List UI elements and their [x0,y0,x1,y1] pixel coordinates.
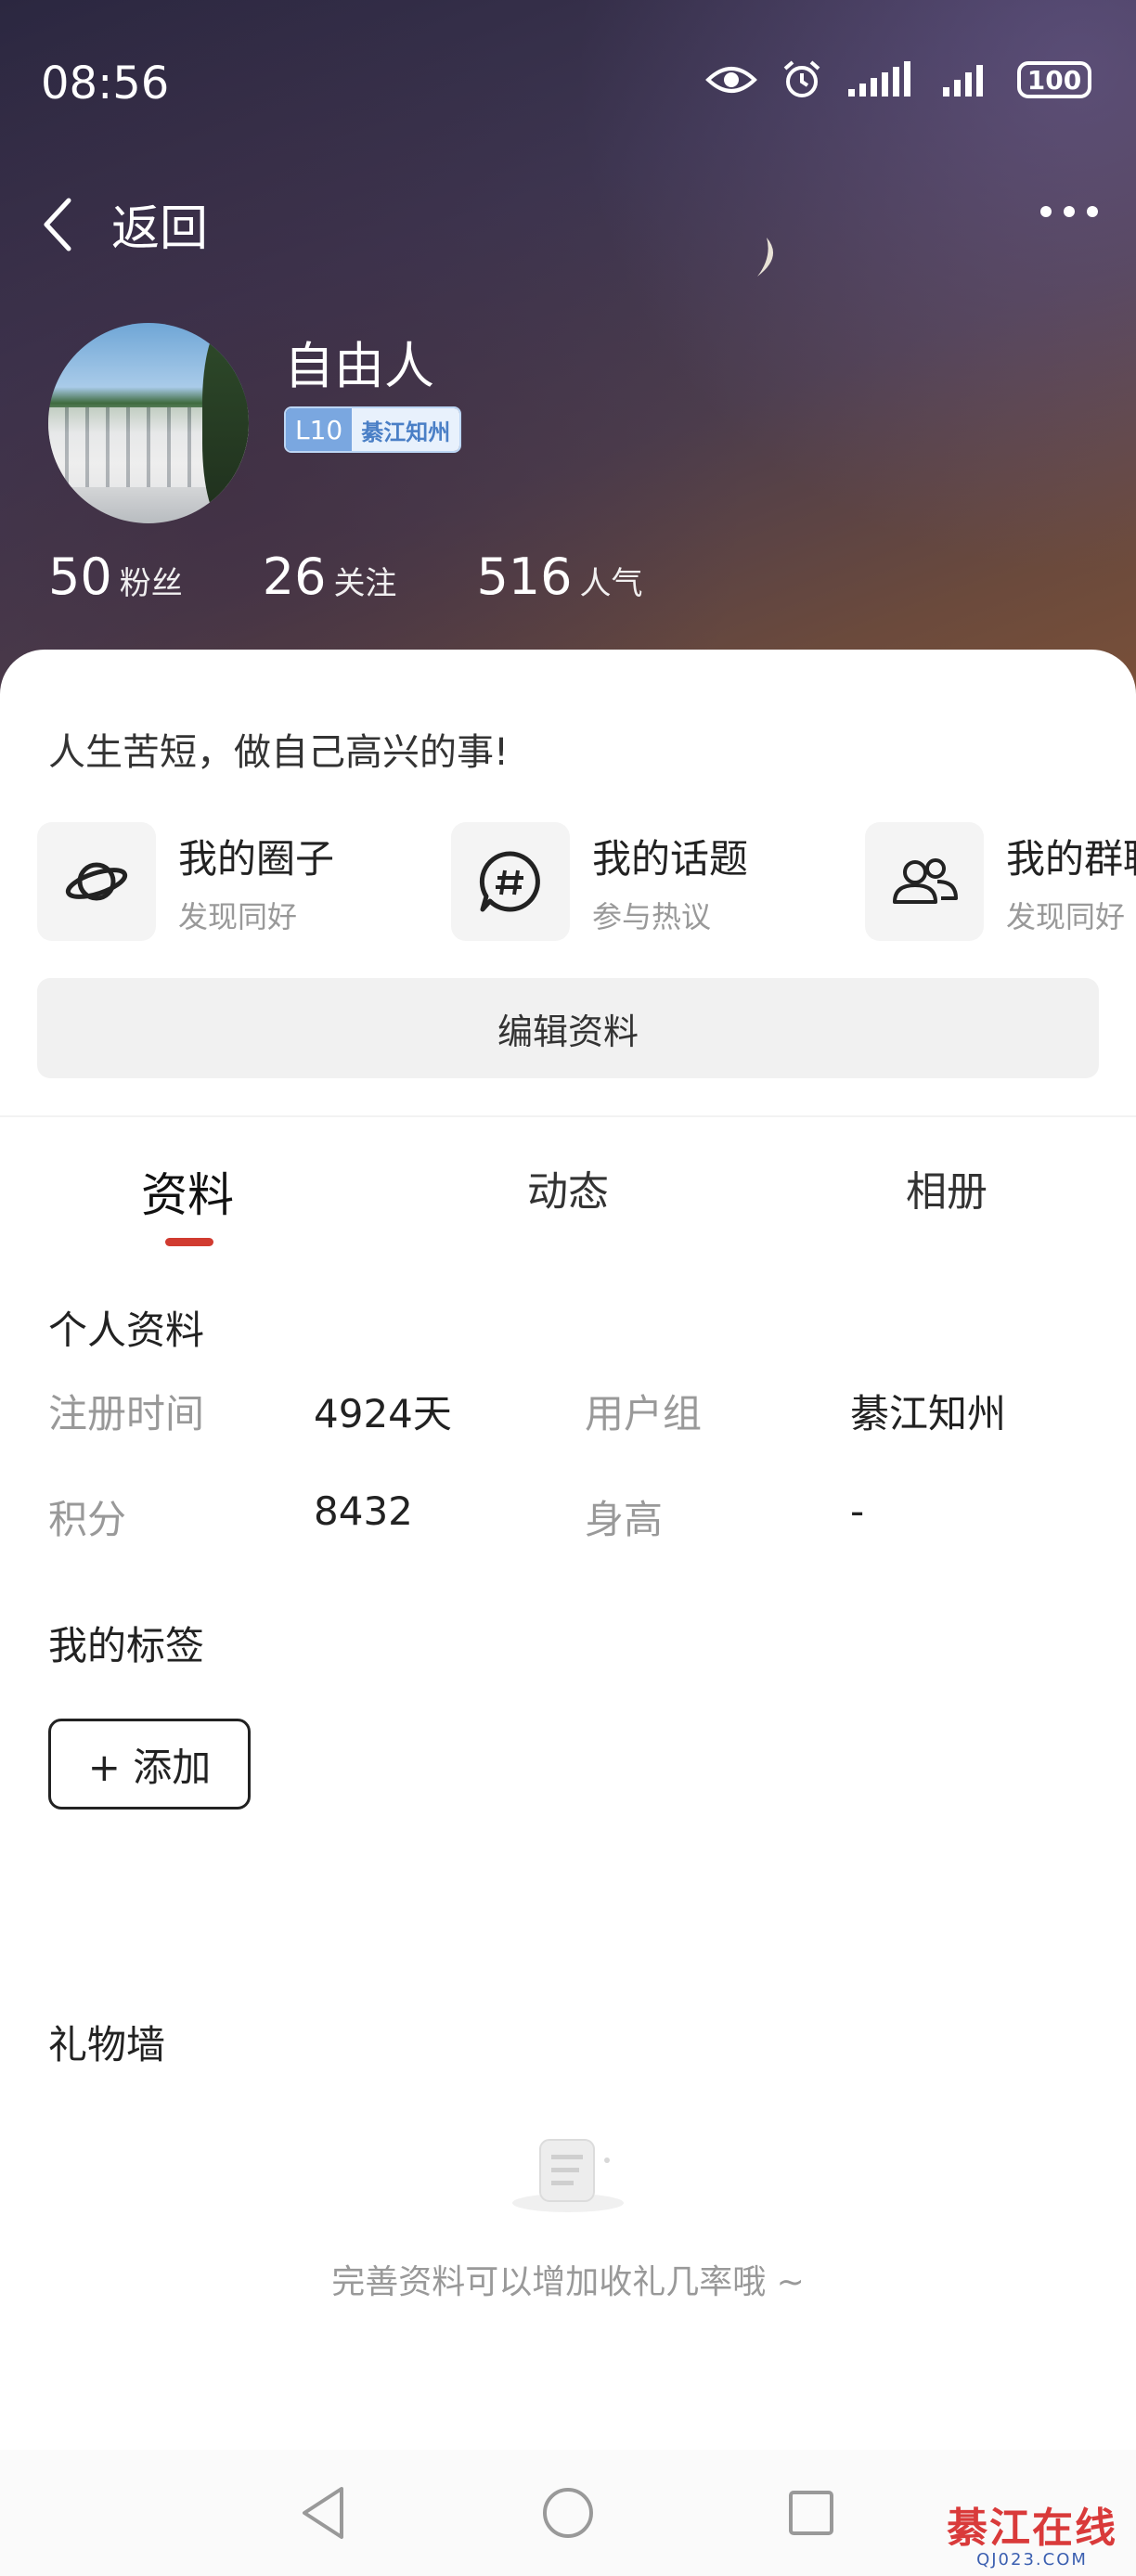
stat-fans[interactable]: 50 粉丝 [48,547,183,606]
back-label: 返回 [111,201,209,257]
shortcut-icon-box [451,822,570,941]
status-bar: 08:56 100 [0,0,1136,167]
level-number: L10 [286,408,353,451]
signal-icon-1 [848,61,910,97]
watermark-text: 綦江在线 [947,2505,1117,2552]
tab-info[interactable]: 资料 [141,1158,234,1225]
shortcut-row: 我的圈子 发现同好 我的话题 参与热议 我的群 发现同好 [37,822,1136,943]
info-row: 积分 8432 身高 - [48,1488,1106,1563]
stat-label: 关注 [333,565,397,602]
moon-icon [757,238,774,277]
active-tab-indicator [165,1238,213,1246]
empty-gift-icon [512,2139,624,2212]
user-title: 綦江知州 [352,408,460,451]
shortcut-my-groups[interactable]: 我的群聊 发现同好 [865,822,1136,941]
triangle-back-icon [303,2487,343,2539]
tab-album[interactable]: 相册 [906,1158,988,1217]
my-tags-title: 我的标签 [48,1623,205,1668]
circle-home-icon [543,2488,593,2538]
eye-icon [705,67,757,93]
info-label: 用户组 [585,1391,703,1436]
shortcut-subtitle: 发现同好 [1006,898,1126,934]
info-value: 綦江知州 [850,1391,1007,1436]
stat-label: 人气 [579,565,643,602]
system-recents-button[interactable] [785,2485,837,2544]
battery-indicator: 100 [1017,61,1091,98]
profile-tabs: 资料 动态 相册 [0,1132,1136,1262]
profile-content-card: 人生苦短，做自己高兴的事! 我的圈子 发现同好 我的话题 参与热议 我的群 发现… [0,650,1136,2576]
shortcut-title: 我的话题 [592,835,749,882]
info-label: 身高 [585,1497,664,1542]
profile-stats: 50 粉丝 26 关注 516 人气 [48,547,723,606]
planet-icon [65,862,128,901]
level-badge: L10 綦江知州 [284,406,462,453]
shortcut-text: 我的圈子 发现同好 [178,828,334,936]
add-tag-button[interactable]: + 添加 [48,1719,251,1810]
shortcut-subtitle: 参与热议 [592,898,712,934]
username: 自由人 [284,337,434,395]
shortcut-subtitle: 发现同好 [178,898,298,934]
more-options-button[interactable] [1039,204,1099,222]
square-recents-icon [789,2491,833,2535]
info-row: 注册时间 4924天 用户组 綦江知州 [48,1383,1106,1457]
tab-activity[interactable]: 动态 [527,1158,609,1217]
info-label: 积分 [48,1497,127,1542]
info-value: 4924天 [314,1391,452,1436]
system-back-button[interactable] [299,2485,347,2544]
hashtag-chat-icon [479,851,540,912]
status-time: 08:56 [41,58,170,109]
stat-popularity: 516 人气 [476,547,642,606]
shortcut-my-topics[interactable]: 我的话题 参与热议 [451,822,748,941]
avatar[interactable] [48,323,249,523]
system-home-button[interactable] [540,2485,596,2544]
gift-wall-title: 礼物墙 [48,2022,166,2067]
chevron-left-icon [44,198,71,251]
group-icon [893,858,958,904]
stat-value: 26 [262,547,327,606]
stat-following[interactable]: 26 关注 [263,547,397,606]
signal-icon-2 [943,65,983,97]
edit-profile-button[interactable]: 编辑资料 [37,978,1099,1078]
shortcut-icon-box [865,822,984,941]
status-icons: 100 [705,59,1091,100]
section-divider [0,1115,1136,1117]
shortcut-text: 我的群聊 发现同好 [1006,828,1136,936]
info-value: - [850,1488,865,1534]
top-nav: 返回 [0,167,1136,260]
bio-text: 人生苦短，做自己高兴的事! [48,731,510,774]
shortcut-icon-box [37,822,156,941]
shortcut-title: 我的圈子 [178,835,335,882]
info-value: 8432 [314,1488,413,1534]
stat-value: 50 [48,547,112,606]
shortcut-title: 我的群聊 [1006,835,1136,882]
more-dots-icon [1040,206,1098,217]
stat-value: 516 [476,547,573,606]
back-button[interactable]: 返回 [41,189,208,259]
gift-empty-text: 完善资料可以增加收礼几率哦 ~ [331,2263,805,2301]
personal-info-title: 个人资料 [48,1307,205,1353]
watermark-logo: 綦江在线 QJ023.COM [947,2494,1117,2570]
shortcut-text: 我的话题 参与热议 [592,828,748,936]
info-label: 注册时间 [48,1391,205,1436]
stat-label: 粉丝 [119,565,183,602]
watermark-url: QJ023.COM [976,2550,1088,2570]
shortcut-my-circles[interactable]: 我的圈子 发现同好 [37,822,334,941]
alarm-icon [783,60,820,97]
